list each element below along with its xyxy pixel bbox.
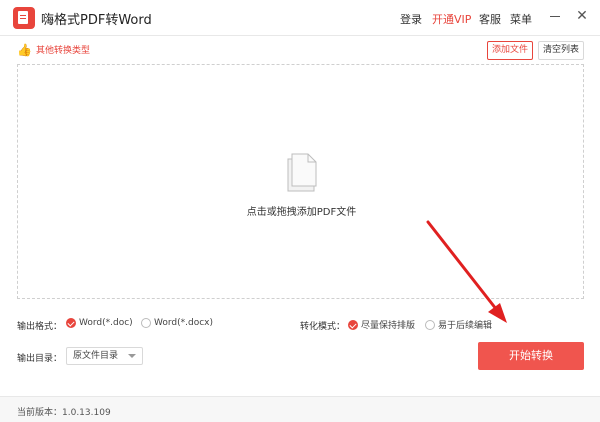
vip-link[interactable]: 开通VIP <box>432 11 471 27</box>
radio-unchecked-icon <box>141 318 151 328</box>
close-icon[interactable]: ✕ <box>574 8 590 24</box>
title-bar: 嗨格式PDF转Word 登录 开通VIP 客服 菜单 ✕ <box>0 0 600 36</box>
version-text: 当前版本：1.0.13.109 <box>17 408 111 418</box>
mode-keep-layout-radio[interactable]: 尽量保持排版 <box>348 318 415 331</box>
documents-icon <box>287 153 317 192</box>
service-link[interactable]: 客服 <box>479 11 501 27</box>
app-title: 嗨格式PDF转Word <box>41 13 152 28</box>
convert-mode-label: 转化模式： <box>300 322 346 332</box>
chevron-down-icon <box>128 354 136 358</box>
mode-easy-edit-label: 易于后续编辑 <box>438 321 493 331</box>
output-dir-select[interactable]: 原文件目录 <box>66 347 143 365</box>
add-file-button[interactable]: 添加文件 <box>487 41 533 60</box>
start-convert-button[interactable]: 开始转换 <box>478 342 584 370</box>
app-logo-icon <box>13 7 35 29</box>
status-bar: 当前版本：1.0.13.109 <box>0 396 600 422</box>
mode-keep-layout-label: 尽量保持排版 <box>361 321 416 331</box>
login-link[interactable]: 登录 <box>400 11 422 27</box>
menu-link[interactable]: 菜单 <box>510 11 532 27</box>
format-doc-label: Word(*.doc) <box>79 318 133 328</box>
clear-list-button[interactable]: 清空列表 <box>538 41 584 60</box>
minimize-icon[interactable] <box>547 8 563 24</box>
format-docx-label: Word(*.docx) <box>154 318 214 328</box>
radio-checked-icon <box>348 319 358 330</box>
output-dir-value: 原文件目录 <box>73 351 119 361</box>
radio-checked-icon <box>66 318 76 328</box>
radio-unchecked-icon <box>425 319 435 330</box>
output-format-label: 输出格式： <box>17 322 63 332</box>
file-drop-zone[interactable]: 点击或拖拽添加PDF文件 <box>17 64 584 299</box>
drop-hint: 点击或拖拽添加PDF文件 <box>246 207 357 218</box>
format-doc-radio[interactable]: Word(*.doc) <box>66 318 133 328</box>
output-dir-label: 输出目录： <box>17 354 63 364</box>
other-types-link[interactable]: 👍 其他转换类型 <box>17 42 90 57</box>
format-docx-radio[interactable]: Word(*.docx) <box>141 318 213 328</box>
other-types-label: 其他转换类型 <box>35 46 90 56</box>
thumb-up-icon: 👍 <box>17 42 32 57</box>
mode-easy-edit-radio[interactable]: 易于后续编辑 <box>425 318 492 331</box>
